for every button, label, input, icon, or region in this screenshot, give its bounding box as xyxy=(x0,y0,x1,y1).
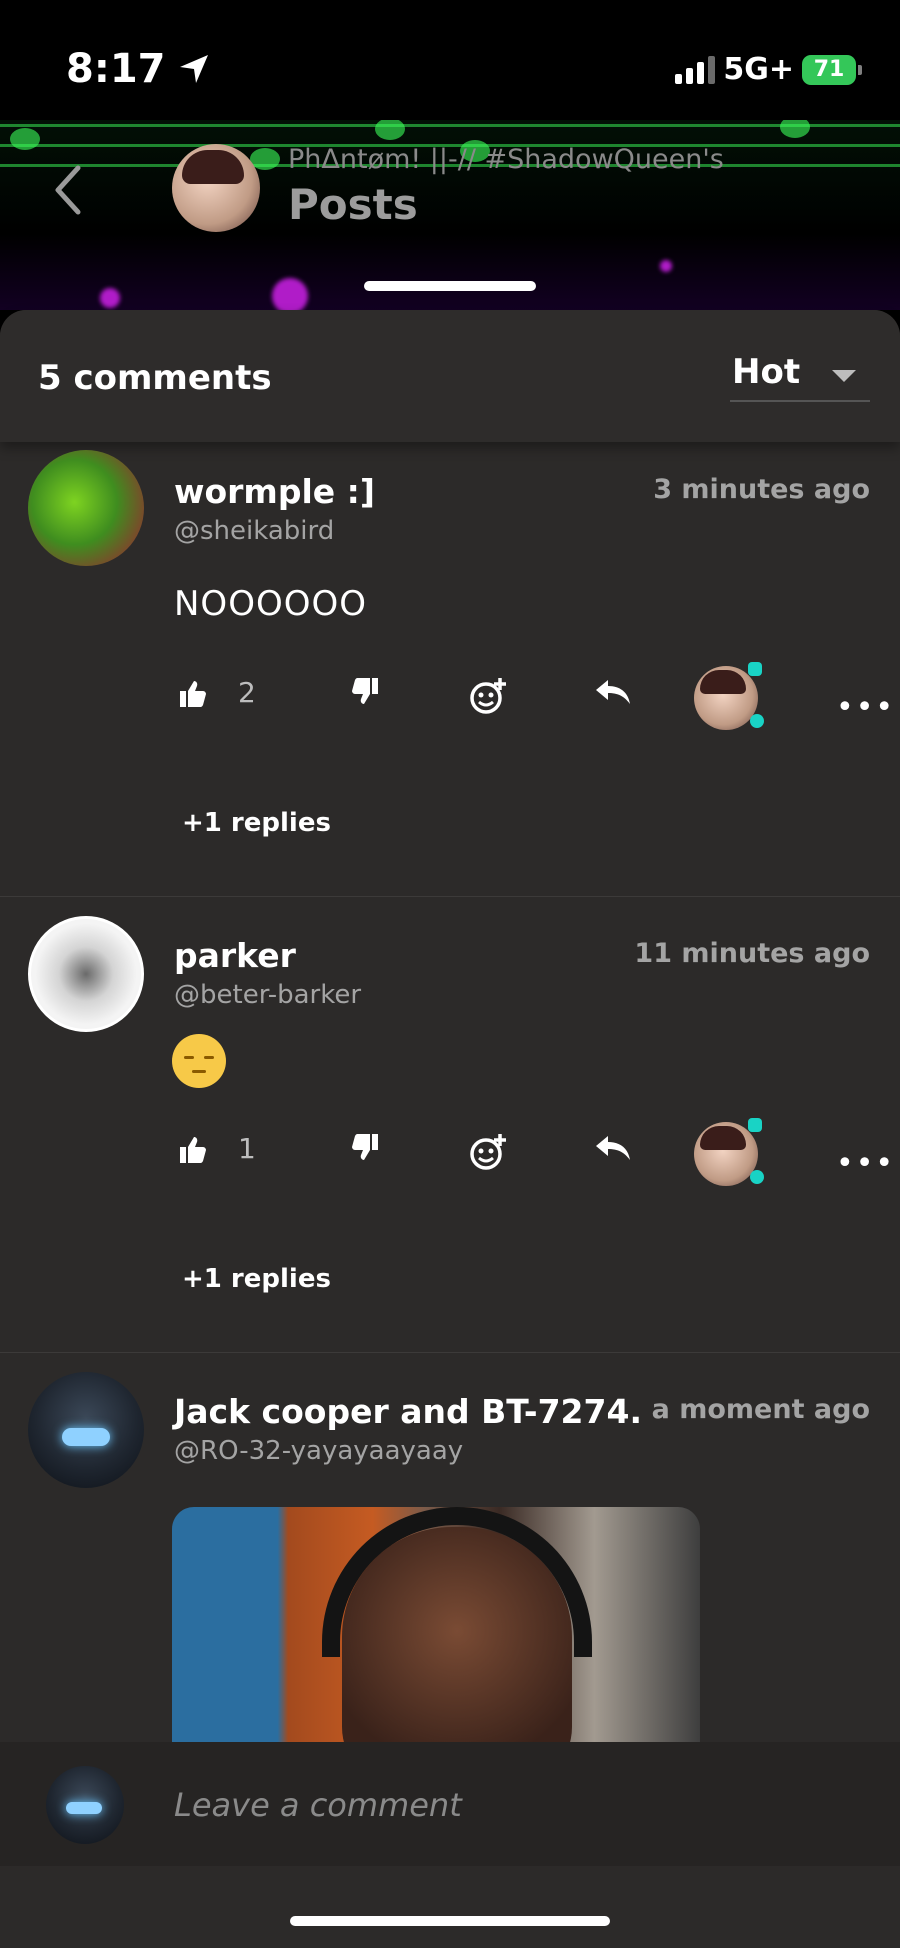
status-time: 8:17 xyxy=(66,46,166,92)
chevron-left-icon xyxy=(55,165,81,215)
status-bar: 8:17 5G+ 71 xyxy=(0,0,900,120)
comment-item: wormple :] @sheikabird 3 minutes ago NOO… xyxy=(0,442,900,897)
like-count: 1 xyxy=(238,1132,256,1165)
comment-gif-image[interactable] xyxy=(172,1507,700,1747)
reply-arrow-icon xyxy=(596,680,630,704)
comment-time: 11 minutes ago xyxy=(634,938,870,969)
reply-button[interactable] xyxy=(594,676,632,708)
thumbs-up-icon xyxy=(180,680,206,707)
like-button[interactable]: 2 xyxy=(176,676,256,709)
commenter-avatar[interactable] xyxy=(28,450,144,566)
view-replies-link[interactable]: +1 replies xyxy=(182,808,331,838)
more-options-button[interactable]: ••• xyxy=(836,690,895,725)
commenter-name[interactable]: Jack cooper and BT-7274. xyxy=(174,1392,642,1431)
author-reaction-avatar xyxy=(694,1118,764,1186)
signal-icon xyxy=(675,55,716,84)
add-reaction-button[interactable] xyxy=(468,1132,508,1172)
thumbs-up-icon xyxy=(180,1136,206,1163)
network-label: 5G+ xyxy=(723,52,794,87)
view-replies-link[interactable]: +1 replies xyxy=(182,1264,331,1294)
commenter-handle[interactable]: @RO-32-yayayaayaay xyxy=(174,1436,463,1466)
back-button[interactable] xyxy=(48,160,88,220)
like-button[interactable]: 1 xyxy=(176,1132,256,1165)
dislike-button[interactable] xyxy=(350,1132,382,1164)
status-time-group: 8:17 xyxy=(66,46,210,92)
heart-icon xyxy=(750,1170,764,1184)
heart-icon xyxy=(750,714,764,728)
comment-time: 3 minutes ago xyxy=(653,474,870,505)
badge-icon xyxy=(748,1118,762,1132)
sheet-grabber[interactable] xyxy=(364,281,536,291)
headphones-icon xyxy=(322,1507,592,1657)
dislike-button[interactable] xyxy=(350,676,382,708)
thumbs-down-icon xyxy=(352,678,378,704)
current-user-avatar xyxy=(46,1766,124,1844)
comment-composer[interactable]: Leave a comment xyxy=(0,1742,900,1866)
comment-count: 5 comments xyxy=(38,358,272,398)
comment-text: NOOOOOO xyxy=(174,584,368,624)
thumbs-down-icon xyxy=(352,1134,378,1160)
commenter-handle[interactable]: @beter-barker xyxy=(174,980,361,1010)
author-reaction-avatar xyxy=(694,662,764,730)
commenter-name[interactable]: wormple :] xyxy=(174,472,375,511)
battery-icon: 71 xyxy=(802,54,862,85)
commenter-avatar[interactable] xyxy=(28,916,144,1032)
badge-icon xyxy=(748,662,762,676)
add-reaction-button[interactable] xyxy=(468,676,508,716)
comment-item: parker @beter-barker 11 minutes ago 1 ••… xyxy=(0,896,900,1353)
header-subtitle: PhΔntøm! ||-// #ShadowQueen's xyxy=(288,144,724,175)
sort-label: Hot xyxy=(732,352,801,392)
reply-button[interactable] xyxy=(594,1132,632,1164)
home-indicator[interactable] xyxy=(290,1916,610,1926)
reply-arrow-icon xyxy=(596,1136,630,1160)
comment-actions: 2 ••• xyxy=(174,662,893,730)
commenter-avatar[interactable] xyxy=(28,1372,144,1488)
chevron-down-icon xyxy=(832,370,856,382)
sort-dropdown[interactable]: Hot xyxy=(730,350,870,402)
comment-time: a moment ago xyxy=(651,1394,870,1425)
location-arrow-icon xyxy=(179,55,208,83)
post-author-avatar[interactable] xyxy=(172,144,260,232)
emoji-add-icon xyxy=(470,1134,506,1170)
header-title: Posts xyxy=(288,180,418,229)
pensive-face-icon xyxy=(172,1034,226,1088)
battery-level: 71 xyxy=(813,57,845,82)
commenter-name[interactable]: parker xyxy=(174,936,296,975)
comment-input[interactable]: Leave a comment xyxy=(174,1786,462,1824)
comments-header: 5 comments Hot xyxy=(0,310,900,442)
emoji-add-icon xyxy=(470,678,506,714)
commenter-handle[interactable]: @sheikabird xyxy=(174,516,334,546)
like-count: 2 xyxy=(238,676,256,709)
comment-actions: 1 ••• xyxy=(174,1118,893,1186)
more-options-button[interactable]: ••• xyxy=(836,1146,895,1181)
status-indicators: 5G+ 71 xyxy=(675,52,862,87)
